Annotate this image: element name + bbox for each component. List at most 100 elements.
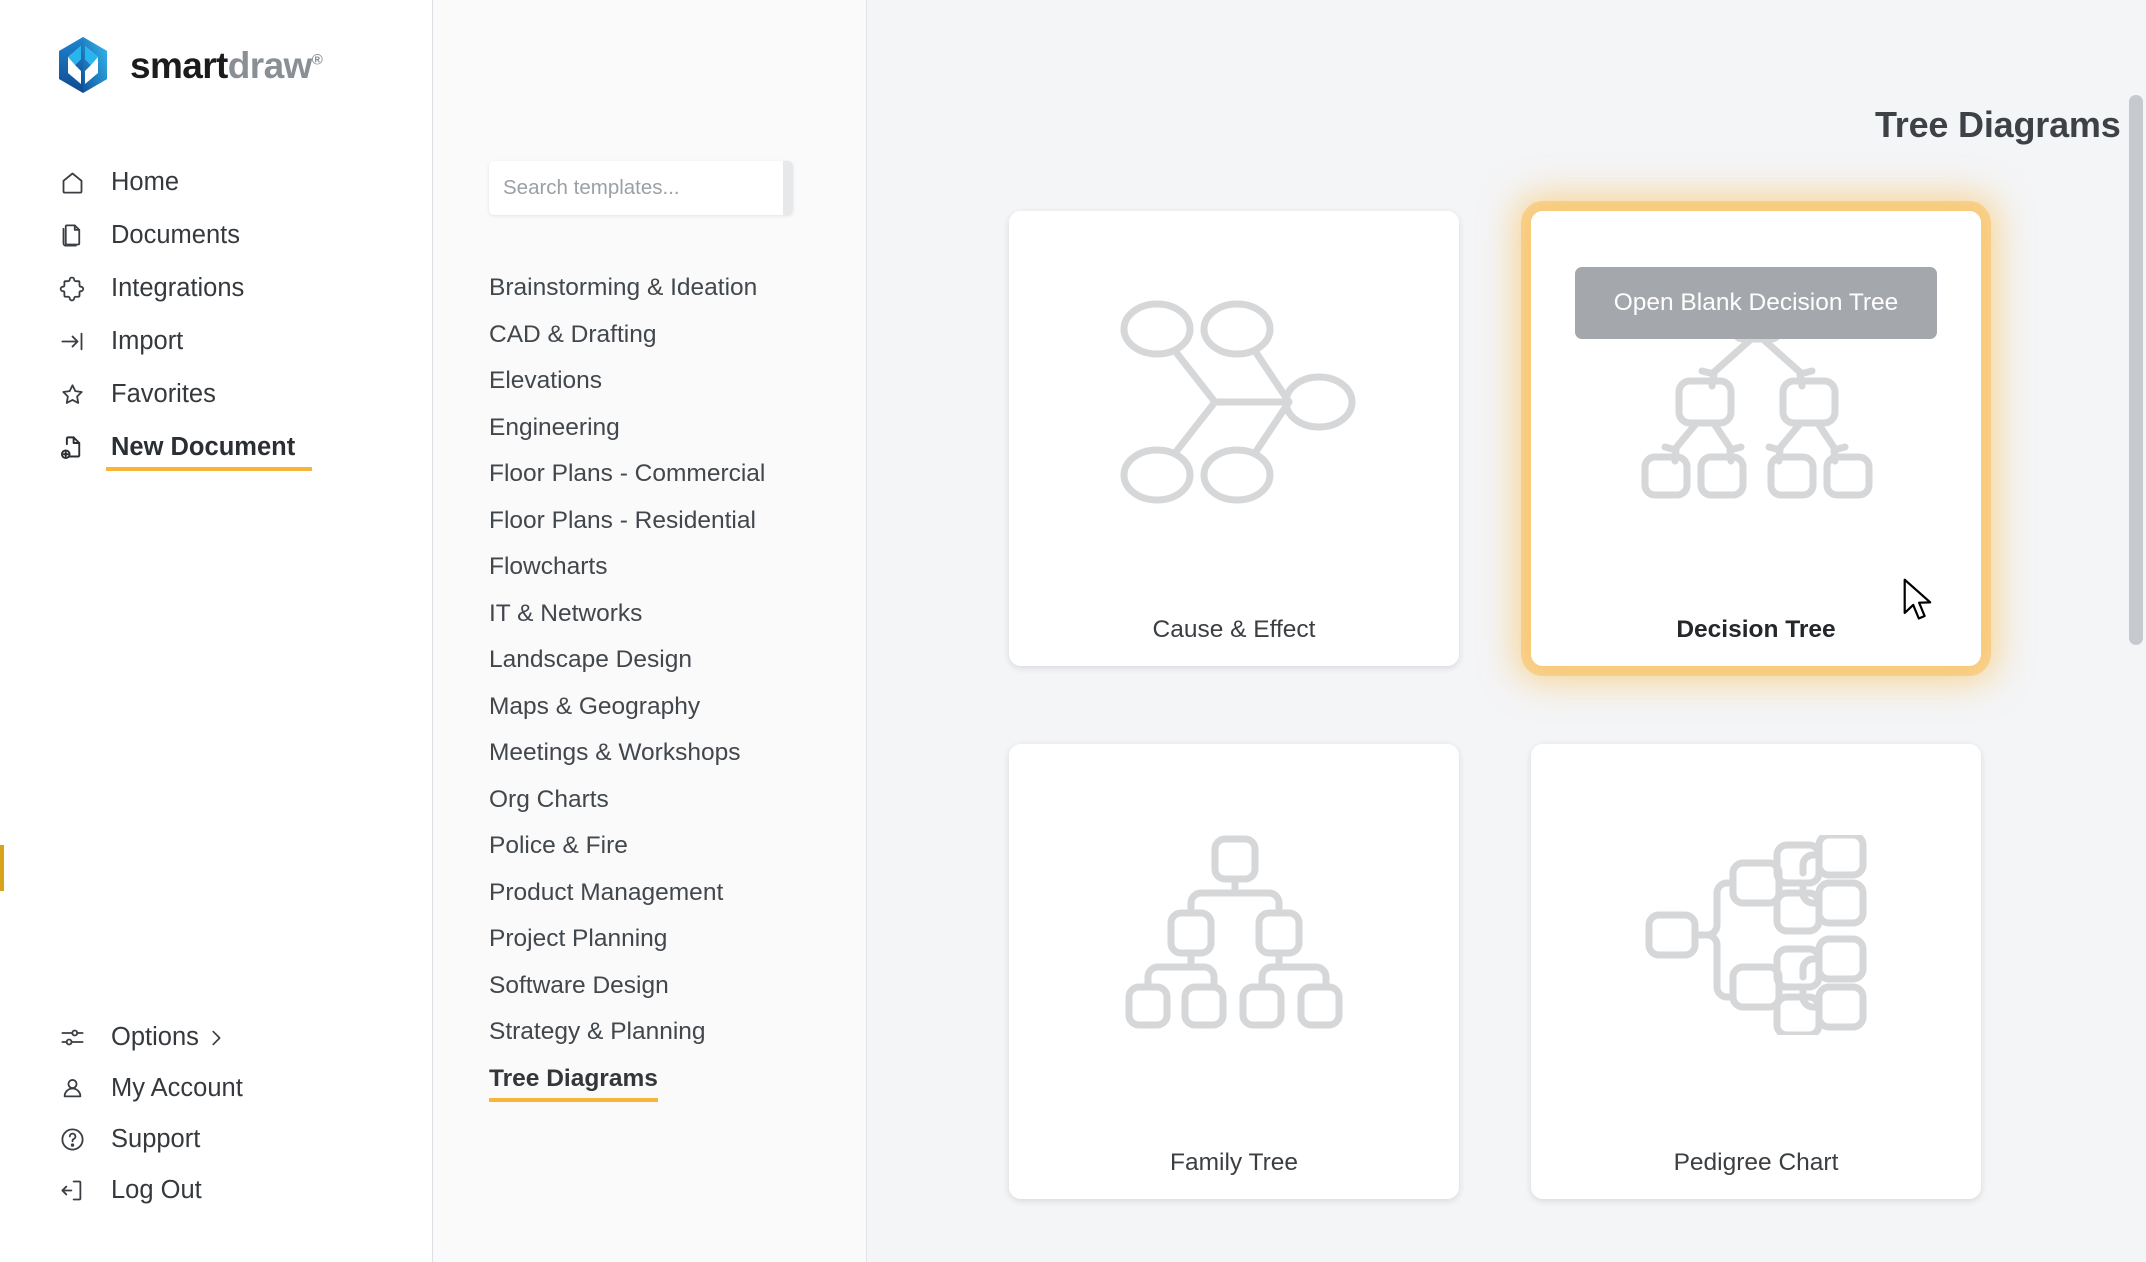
sidebar-item-label: My Account xyxy=(111,1076,243,1102)
sidebar-item-import[interactable]: Import xyxy=(0,315,432,368)
category-item-product-management[interactable]: Product Management xyxy=(489,870,723,917)
active-category-underline xyxy=(489,1098,658,1102)
template-category-panel: Brainstorming & Ideation CAD & Drafting … xyxy=(433,0,867,1262)
template-card-pedigree-chart[interactable]: Pedigree Chart xyxy=(1531,744,1981,1199)
smartdraw-app-window: smartdraw® Home Documents Integrations xyxy=(0,0,2146,1262)
category-item-it-networks[interactable]: IT & Networks xyxy=(489,591,642,638)
search-templates-bar xyxy=(489,161,793,215)
template-card-decision-tree[interactable]: Decision Tree Open Blank Decision Tree xyxy=(1531,211,1981,666)
sidebar-item-label: Support xyxy=(111,1127,200,1153)
pedigree-chart-icon xyxy=(1645,835,1867,1035)
category-label: Product Management xyxy=(489,881,723,906)
category-item-tree-diagrams[interactable]: Tree Diagrams xyxy=(489,1056,658,1103)
sidebar-item-new-document[interactable]: New Document xyxy=(0,421,432,474)
left-sidebar: smartdraw® Home Documents Integrations xyxy=(0,0,433,1262)
card-label: Pedigree Chart xyxy=(1531,1126,1981,1199)
vertical-scrollbar-thumb[interactable] xyxy=(2129,95,2143,645)
category-item-project-planning[interactable]: Project Planning xyxy=(489,916,667,963)
category-item-meetings-workshops[interactable]: Meetings & Workshops xyxy=(489,730,740,777)
sidebar-item-my-account[interactable]: My Account xyxy=(0,1063,432,1114)
sidebar-item-log-out[interactable]: Log Out xyxy=(0,1165,432,1216)
category-label: Tree Diagrams xyxy=(489,1067,658,1092)
category-item-landscape-design[interactable]: Landscape Design xyxy=(489,637,692,684)
category-label: Org Charts xyxy=(489,788,609,813)
category-label: Floor Plans - Residential xyxy=(489,509,756,534)
page-title: Tree Diagrams xyxy=(1875,104,2121,146)
category-item-strategy-planning[interactable]: Strategy & Planning xyxy=(489,1009,706,1056)
category-label: Engineering xyxy=(489,416,620,441)
search-button[interactable] xyxy=(783,161,793,215)
registered-mark: ® xyxy=(312,51,322,68)
sidebar-item-label: Log Out xyxy=(111,1178,202,1204)
chevron-right-icon xyxy=(205,1027,227,1049)
category-list: Brainstorming & Ideation CAD & Drafting … xyxy=(433,265,866,1102)
category-item-org-charts[interactable]: Org Charts xyxy=(489,777,609,824)
category-label: Police & Fire xyxy=(489,834,628,859)
sliders-icon xyxy=(57,1023,87,1053)
cause-effect-fishbone-icon xyxy=(1103,291,1365,513)
puzzle-icon xyxy=(57,274,87,304)
card-thumbnail xyxy=(1009,211,1459,593)
category-item-maps-geography[interactable]: Maps & Geography xyxy=(489,684,700,731)
card-thumbnail xyxy=(1009,744,1459,1126)
category-item-software-design[interactable]: Software Design xyxy=(489,963,669,1010)
brand-wordmark: smartdraw® xyxy=(130,47,322,84)
template-card-grid: Cause & Effect xyxy=(1009,211,1981,1199)
category-label: Elevations xyxy=(489,369,602,394)
sidebar-item-label: Favorites xyxy=(111,382,216,408)
main-content: Tree Diagrams xyxy=(867,0,2146,1262)
search-input[interactable] xyxy=(489,161,783,215)
brand-name-smart: smart xyxy=(130,45,228,86)
category-item-elevations[interactable]: Elevations xyxy=(489,358,602,405)
category-item-cad-drafting[interactable]: CAD & Drafting xyxy=(489,312,656,359)
card-label: Family Tree xyxy=(1009,1126,1459,1199)
category-item-brainstorming-ideation[interactable]: Brainstorming & Ideation xyxy=(489,265,757,312)
sidebar-item-label: Home xyxy=(111,170,179,196)
card-thumbnail xyxy=(1531,744,1981,1126)
category-item-floor-plans-commercial[interactable]: Floor Plans - Commercial xyxy=(489,451,765,498)
documents-icon xyxy=(57,221,87,251)
left-edge-accent-bar xyxy=(0,845,4,891)
sidebar-item-support[interactable]: Support xyxy=(0,1114,432,1165)
category-item-police-fire[interactable]: Police & Fire xyxy=(489,823,628,870)
question-circle-icon xyxy=(57,1125,87,1155)
category-label: Floor Plans - Commercial xyxy=(489,462,765,487)
category-item-floor-plans-residential[interactable]: Floor Plans - Residential xyxy=(489,498,756,545)
secondary-nav: Options My Account Support xyxy=(0,1012,432,1262)
sidebar-item-label: Import xyxy=(111,329,183,355)
family-tree-icon xyxy=(1123,835,1345,1035)
brand-logo[interactable]: smartdraw® xyxy=(0,0,432,94)
category-label: Project Planning xyxy=(489,927,667,952)
primary-nav: Home Documents Integrations Import xyxy=(0,156,432,474)
category-label: Meetings & Workshops xyxy=(489,741,740,766)
vertical-scrollbar-track[interactable] xyxy=(2126,0,2146,1262)
logout-icon xyxy=(57,1176,87,1206)
sidebar-item-options[interactable]: Options xyxy=(0,1012,432,1063)
category-label: Maps & Geography xyxy=(489,695,700,720)
home-icon xyxy=(57,168,87,198)
star-icon xyxy=(57,380,87,410)
template-card-family-tree[interactable]: Family Tree xyxy=(1009,744,1459,1199)
sidebar-item-integrations[interactable]: Integrations xyxy=(0,262,432,315)
category-label: Brainstorming & Ideation xyxy=(489,276,757,301)
sidebar-item-home[interactable]: Home xyxy=(0,156,432,209)
sidebar-item-favorites[interactable]: Favorites xyxy=(0,368,432,421)
category-item-engineering[interactable]: Engineering xyxy=(489,405,620,452)
category-label: Landscape Design xyxy=(489,648,692,673)
category-item-flowcharts[interactable]: Flowcharts xyxy=(489,544,607,591)
import-arrow-icon xyxy=(57,327,87,357)
card-label: Cause & Effect xyxy=(1009,593,1459,666)
sidebar-item-label: Integrations xyxy=(111,276,244,302)
brand-name-draw: draw xyxy=(228,45,312,86)
category-label: Flowcharts xyxy=(489,555,607,580)
user-icon xyxy=(57,1074,87,1104)
sidebar-item-label: Documents xyxy=(111,223,240,249)
template-card-cause-effect[interactable]: Cause & Effect xyxy=(1009,211,1459,666)
category-label: CAD & Drafting xyxy=(489,323,656,348)
new-document-icon xyxy=(57,433,87,463)
sidebar-item-label: New Document xyxy=(111,435,295,461)
smartdraw-logo-icon xyxy=(55,36,111,94)
open-blank-decision-tree-button[interactable]: Open Blank Decision Tree xyxy=(1575,267,1937,339)
sidebar-item-documents[interactable]: Documents xyxy=(0,209,432,262)
category-label: Strategy & Planning xyxy=(489,1020,706,1045)
